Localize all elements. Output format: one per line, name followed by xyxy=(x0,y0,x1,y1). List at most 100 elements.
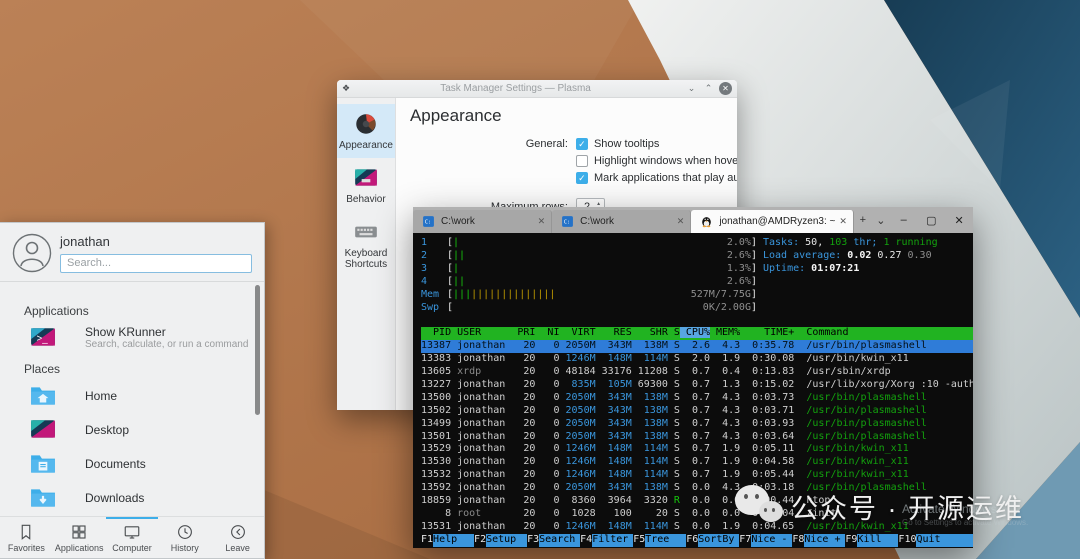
close-button[interactable]: ✕ xyxy=(719,82,732,95)
fkey-f8[interactable]: F8 xyxy=(792,534,804,547)
desktop-icon xyxy=(30,417,56,443)
swap-meter: Swp[0K/2.00G] xyxy=(421,302,757,315)
sidebar-item-label: Behavior xyxy=(346,194,385,205)
fkey-f3[interactable]: F3 xyxy=(527,534,539,547)
meter-label: 4 xyxy=(421,276,447,289)
tab-dropdown-icon[interactable]: ⌄ xyxy=(872,207,890,233)
tab-close-icon[interactable]: ✕ xyxy=(677,216,685,227)
sidebar-item-behavior[interactable]: Behavior xyxy=(337,158,395,212)
launcher-tab-label: Applications xyxy=(55,543,104,553)
terminal-tab-1[interactable]: C:C:\work✕ xyxy=(552,210,691,233)
launcher-item-label: Show KRunner xyxy=(85,325,248,339)
launcher-item-label: Home xyxy=(85,389,117,403)
launcher-item-label: Documents xyxy=(85,457,146,471)
fkey-f2-label[interactable]: Setup xyxy=(486,534,527,547)
desktop: jonathan Applications>_Show KRunnerSearc… xyxy=(0,0,1080,559)
fkey-f1-label[interactable]: Help xyxy=(433,534,474,547)
fkey-f7-label[interactable]: Nice - xyxy=(751,534,792,547)
maximize-button[interactable]: ⌃ xyxy=(702,82,715,95)
tasks-line: Tasks: 50, 103 thr; 1 running xyxy=(763,237,973,250)
svg-text:C:: C: xyxy=(425,220,432,226)
fkey-f2[interactable]: F2 xyxy=(474,534,486,547)
fkey-f5-label[interactable]: Tree xyxy=(645,534,686,547)
launcher-tab-leave[interactable]: Leave xyxy=(211,517,264,558)
terminal-maximize-button[interactable]: ▢ xyxy=(918,207,946,233)
htop-function-bar: F1HelpF2SetupF3SearchF4FilterF5TreeF6Sor… xyxy=(421,534,973,547)
launcher-tab-computer[interactable]: Computer xyxy=(106,517,159,558)
general-option-0-checkbox[interactable]: ✓ xyxy=(576,138,588,150)
process-table-header[interactable]: PID USER PRI NI VIRT RES SHR S CPU% MEM%… xyxy=(421,327,973,340)
general-option-0-label: Show tooltips xyxy=(594,138,659,150)
tab-close-icon[interactable]: ✕ xyxy=(839,216,847,227)
fkey-f7[interactable]: F7 xyxy=(739,534,751,547)
launcher-tab-applications[interactable]: Applications xyxy=(53,517,106,558)
launcher-item-home[interactable]: Home xyxy=(0,379,264,413)
terminal-tab-0[interactable]: C: C:\work ✕ xyxy=(413,210,552,233)
appearance-icon xyxy=(353,111,379,137)
launcher-tab-favorites[interactable]: Favorites xyxy=(0,517,53,558)
process-row[interactable]: 13605 xrdp 20 0 48184 33176 11208 S 0.7 … xyxy=(421,366,973,379)
process-row[interactable]: 13227 jonathan 20 0 835M 105M 69300 S 0.… xyxy=(421,379,973,392)
fkey-f8-label[interactable]: Nice + xyxy=(804,534,845,547)
search-input[interactable] xyxy=(60,254,252,273)
launcher-item-show-krunner[interactable]: >_Show KRunnerSearch, calculate, or run … xyxy=(0,321,264,355)
general-option-1-checkbox[interactable] xyxy=(576,155,588,167)
settings-sidebar: Appearance Behavior Keyboard Shortcuts xyxy=(337,98,396,410)
fkey-f9[interactable]: F9 xyxy=(845,534,857,547)
process-row[interactable]: 13529 jonathan 20 0 1246M 148M 114M S 0.… xyxy=(421,443,973,456)
terminal-tab-bar: C:C:\work✕C:C:\work✕jonathan@AMDRyzen3: … xyxy=(413,207,973,233)
process-row[interactable]: 13501 jonathan 20 0 2050M 343M 138M S 0.… xyxy=(421,431,973,444)
terminal-close-button[interactable]: ✕ xyxy=(945,207,973,233)
load-average-line: Load average: 0.02 0.27 0.30 xyxy=(763,250,973,263)
launcher-scrollbar[interactable] xyxy=(255,285,260,415)
sidebar-item-keyboard-shortcuts[interactable]: Keyboard Shortcuts xyxy=(337,212,395,277)
process-row[interactable]: 13499 jonathan 20 0 2050M 343M 138M S 0.… xyxy=(421,418,973,431)
cmd-icon: C: xyxy=(422,215,435,228)
fkey-f6[interactable]: F6 xyxy=(686,534,698,547)
fkey-f4[interactable]: F4 xyxy=(580,534,592,547)
new-tab-button[interactable]: + xyxy=(854,207,872,233)
tab-close-icon[interactable]: ✕ xyxy=(538,216,546,227)
fkey-f5[interactable]: F5 xyxy=(633,534,645,547)
launcher-item-desktop[interactable]: Desktop xyxy=(0,413,264,447)
meter-value: 0K/2.00G xyxy=(703,302,751,315)
bookmark-icon xyxy=(17,523,35,541)
leave-icon xyxy=(229,523,247,541)
terminal-tab-title: jonathan@AMDRyzen3: ~ xyxy=(719,216,835,227)
launcher-item-subtitle: Search, calculate, or run a command xyxy=(85,339,248,351)
terminal-tab-2[interactable]: jonathan@AMDRyzen3: ~ ✕ xyxy=(691,210,854,233)
fkey-f1[interactable]: F1 xyxy=(421,534,433,547)
launcher-item-downloads[interactable]: Downloads xyxy=(0,481,264,515)
minimize-button[interactable]: ⌄ xyxy=(685,82,698,95)
fkey-f3-label[interactable]: Search xyxy=(539,534,580,547)
process-row[interactable]: 13387 jonathan 20 0 2050M 343M 138M S 2.… xyxy=(421,340,973,353)
application-launcher: jonathan Applications>_Show KRunnerSearc… xyxy=(0,222,265,559)
general-option-2-checkbox[interactable]: ✓ xyxy=(576,172,588,184)
folder-home-icon xyxy=(30,383,56,409)
launcher-tab-history[interactable]: History xyxy=(158,517,211,558)
process-row[interactable]: 13530 jonathan 20 0 1246M 148M 114M S 0.… xyxy=(421,456,973,469)
meter-label: Mem xyxy=(421,289,447,302)
process-row[interactable]: 13502 jonathan 20 0 2050M 343M 138M S 0.… xyxy=(421,405,973,418)
process-row[interactable]: 13383 jonathan 20 0 1246M 148M 114M S 2.… xyxy=(421,353,973,366)
terminal-tab-title: C:\work xyxy=(441,216,534,227)
fkey-f6-label[interactable]: SortBy xyxy=(698,534,739,547)
user-avatar[interactable] xyxy=(12,233,52,273)
sidebar-item-appearance[interactable]: Appearance xyxy=(337,104,395,158)
launcher-tab-label: Computer xyxy=(112,543,152,553)
fkey-f4-label[interactable]: Filter xyxy=(592,534,633,547)
memory-meter: Mem[|||||||||||||||||527M/7.75G] xyxy=(421,289,757,302)
fkey-f10[interactable]: F10 xyxy=(898,534,916,547)
process-row[interactable]: 13500 jonathan 20 0 2050M 343M 138M S 0.… xyxy=(421,392,973,405)
wechat-icon xyxy=(733,483,791,529)
terminal-minimize-button[interactable]: – xyxy=(890,207,918,233)
fkey-f9-label[interactable]: Kill xyxy=(857,534,898,547)
cpu-meter-4: 4[||2.6%] xyxy=(421,276,757,289)
fkey-f10-label[interactable]: Quit xyxy=(916,534,973,547)
cpu-meter-2: 2[||2.6%] xyxy=(421,250,757,263)
section-header: Places xyxy=(0,355,264,379)
process-row[interactable]: 13532 jonathan 20 0 1246M 148M 114M S 0.… xyxy=(421,469,973,482)
page-title: Appearance xyxy=(410,106,737,126)
launcher-item-documents[interactable]: Documents xyxy=(0,447,264,481)
settings-titlebar[interactable]: ❖ Task Manager Settings — Plasma ⌄ ⌃ ✕ xyxy=(337,80,737,98)
